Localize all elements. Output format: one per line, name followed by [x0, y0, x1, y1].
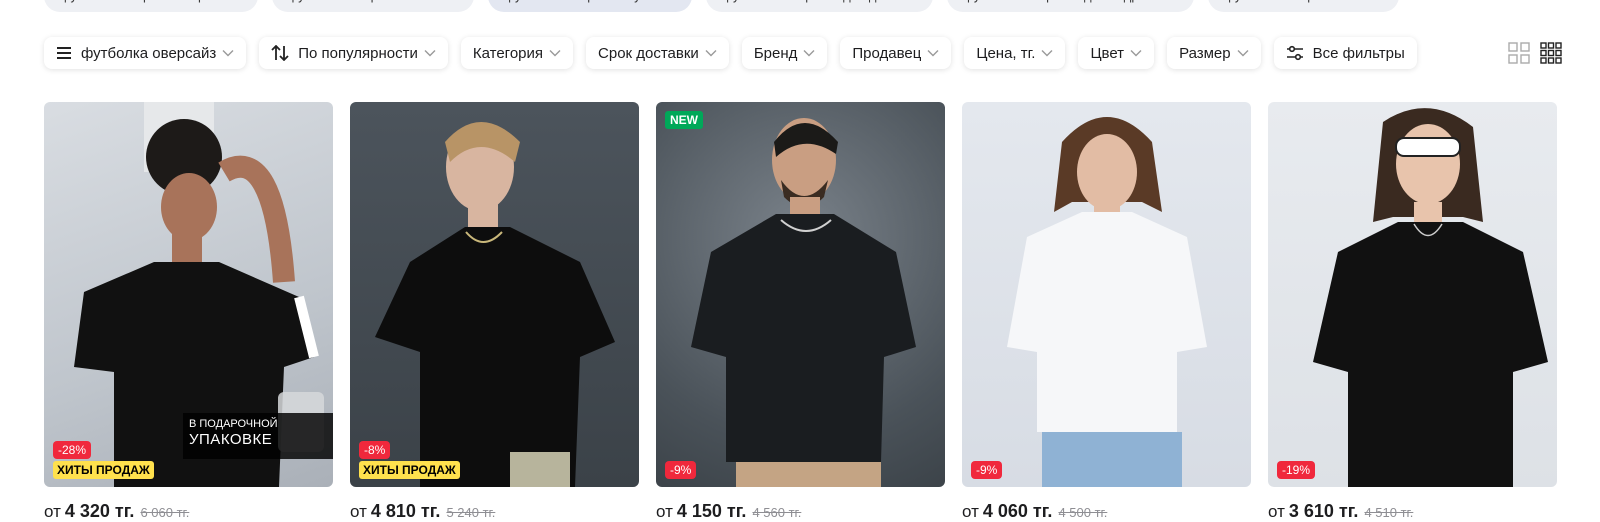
chevron-down-icon — [549, 49, 561, 57]
sort-icon — [271, 45, 289, 61]
product-card[interactable]: -8% ХИТЫ ПРОДАЖ от 4 810 тг. 5 240 тг. — [350, 102, 639, 522]
discount-badge: -19% — [1277, 461, 1316, 479]
gift-wrap-label: В ПОДАРОЧНОЙ УПАКОВКЕ — [183, 413, 333, 459]
current-price: 4 810 тг. — [370, 501, 441, 521]
sliders-icon — [1286, 45, 1304, 61]
product-grid: В ПОДАРОЧНОЙ УПАКОВКЕ -28% ХИТЫ ПРОДАЖ о… — [44, 102, 1557, 522]
price-from: от — [962, 502, 979, 521]
price-from: от — [656, 502, 673, 521]
bestseller-badge: ХИТЫ ПРОДАЖ — [53, 461, 154, 479]
view-toggle — [1508, 42, 1562, 69]
grid-small-icon[interactable] — [1540, 42, 1562, 69]
chevron-down-icon — [1237, 49, 1249, 57]
old-price: 4 510 тг. — [1364, 505, 1414, 520]
product-card[interactable]: В ПОДАРОЧНОЙ УПАКОВКЕ -28% ХИТЫ ПРОДАЖ о… — [44, 102, 333, 522]
discount-badge: -9% — [665, 461, 697, 479]
filter-label: Цвет — [1090, 44, 1125, 62]
price-from: от — [1268, 502, 1285, 521]
search-query-chip[interactable]: футболка оверсайз — [44, 37, 247, 69]
discount-badge: -9% — [971, 461, 1003, 479]
filter-delivery[interactable]: Срок доставки — [586, 37, 729, 69]
related-tag[interactable]: футболка оверсайз аниме — [1208, 0, 1399, 12]
current-price: 3 610 тг. — [1288, 501, 1359, 521]
filter-label: Категория — [472, 44, 544, 62]
filter-category[interactable]: Категория — [460, 37, 574, 69]
filter-label: Размер — [1179, 44, 1231, 62]
price-from: от — [44, 502, 61, 521]
all-filters-button[interactable]: Все фильтры — [1273, 37, 1417, 69]
sort-label: По популярности — [298, 44, 418, 62]
price-from: от — [350, 502, 367, 521]
related-tag[interactable]: футболка оверсайз мужская — [488, 0, 693, 12]
related-tag[interactable]: футболка оверсайз для подростков — [947, 0, 1195, 12]
discount-badge: -8% — [359, 441, 391, 459]
bestseller-badge: ХИТЫ ПРОДАЖ — [359, 461, 460, 479]
all-filters-label: Все фильтры — [1312, 44, 1405, 62]
product-image[interactable]: -9% — [962, 102, 1251, 487]
filter-label: Продавец — [852, 44, 922, 62]
discount-badge: -28% — [53, 441, 92, 459]
chevron-down-icon — [803, 49, 815, 57]
filter-label: Срок доставки — [598, 44, 699, 62]
grid-large-icon[interactable] — [1508, 42, 1530, 69]
product-image[interactable]: NEW -9% — [656, 102, 945, 487]
chevron-down-icon — [222, 49, 234, 57]
sort-dropdown[interactable]: По популярности — [259, 37, 448, 69]
related-tag[interactable]: футболка оверсайз для девочки — [706, 0, 934, 12]
related-tag[interactable]: футболка оверсайз с принтом — [44, 0, 258, 12]
product-card[interactable]: -19% от 3 610 тг. 4 510 тг. — [1268, 102, 1557, 522]
gift-line2: УПАКОВКЕ — [189, 431, 273, 449]
product-price: от 3 610 тг. 4 510 тг. — [1268, 501, 1557, 522]
new-badge: NEW — [665, 111, 703, 129]
current-price: 4 060 тг. — [982, 501, 1053, 521]
search-query-label: футболка оверсайз — [81, 44, 217, 62]
old-price: 5 240 тг. — [446, 505, 496, 520]
filter-label: Цена, тг. — [976, 44, 1036, 62]
current-price: 4 320 тг. — [64, 501, 135, 521]
old-price: 4 500 тг. — [1058, 505, 1108, 520]
product-card[interactable]: -9% от 4 060 тг. 4 500 тг. — [962, 102, 1251, 522]
filter-seller[interactable]: Продавец — [840, 37, 952, 69]
filter-price[interactable]: Цена, тг. — [964, 37, 1066, 69]
related-search-tags: футболка оверсайз с принтом футболка ове… — [0, 0, 1399, 12]
product-price: от 4 810 тг. 5 240 тг. — [350, 501, 639, 522]
chevron-down-icon — [1130, 49, 1142, 57]
old-price: 4 560 тг. — [752, 505, 802, 520]
chevron-down-icon — [705, 49, 717, 57]
menu-icon — [56, 46, 72, 60]
chevron-down-icon — [424, 49, 436, 57]
filter-label: Бренд — [753, 44, 798, 62]
related-tag[interactable]: футболка оверсайз женская — [271, 0, 475, 12]
current-price: 4 150 тг. — [676, 501, 747, 521]
filter-brand[interactable]: Бренд — [741, 37, 828, 69]
product-image[interactable]: -8% ХИТЫ ПРОДАЖ — [350, 102, 639, 487]
gift-line1: В ПОДАРОЧНОЙ — [189, 418, 278, 430]
product-card[interactable]: NEW -9% от 4 150 тг. 4 560 тг. — [656, 102, 945, 522]
product-image[interactable]: -19% — [1268, 102, 1557, 487]
filter-bar: футболка оверсайз По популярности Катего… — [44, 37, 1417, 69]
product-price: от 4 150 тг. 4 560 тг. — [656, 501, 945, 522]
old-price: 6 060 тг. — [140, 505, 190, 520]
product-price: от 4 060 тг. 4 500 тг. — [962, 501, 1251, 522]
chevron-down-icon — [1041, 49, 1053, 57]
filter-size[interactable]: Размер — [1167, 37, 1261, 69]
chevron-down-icon — [927, 49, 939, 57]
filter-color[interactable]: Цвет — [1078, 37, 1155, 69]
product-image[interactable]: В ПОДАРОЧНОЙ УПАКОВКЕ -28% ХИТЫ ПРОДАЖ — [44, 102, 333, 487]
product-price: от 4 320 тг. 6 060 тг. — [44, 501, 333, 522]
